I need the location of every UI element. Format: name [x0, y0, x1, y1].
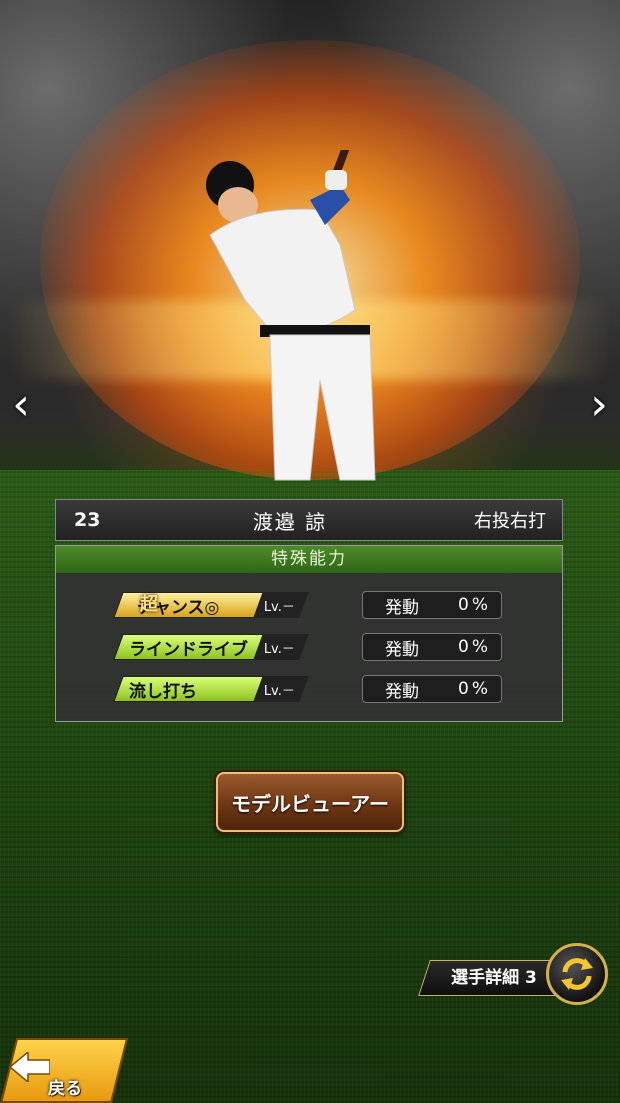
chevron-left-icon[interactable]: ‹ — [6, 380, 36, 430]
ability-name: チャンス◎ — [137, 597, 220, 618]
player-name: 渡邉 諒 — [252, 509, 328, 534]
throw-bat-hand: 右投右打 — [474, 511, 546, 532]
model-viewer-button[interactable]: モデルビューアー — [216, 772, 404, 832]
back-label: 戻る — [48, 1079, 82, 1099]
player-detail-label: 選手詳細 3 — [451, 968, 537, 988]
ability-name: ラインドライブ — [129, 639, 248, 660]
ability-badge: 流し打ち Lv.－ — [113, 676, 309, 702]
ability-row[interactable]: ラインドライブ Lv.－ 発動 0% — [56, 632, 562, 662]
ability-row[interactable]: 超 チャンス◎ Lv.－ 発動 0% — [56, 590, 562, 620]
uniform-number: 23 — [74, 509, 101, 531]
activation-rate: 0% — [458, 637, 491, 657]
ability-name: 流し打ち — [129, 681, 197, 702]
player-info-bar: 23 渡邉 諒 右投右打 — [55, 499, 563, 541]
ability-activation: 発動 0% — [362, 675, 502, 703]
ability-level: Lv.－ — [263, 641, 295, 657]
abilities-title: 特殊能力 — [56, 546, 562, 573]
activation-label: 発動 — [385, 639, 419, 660]
back-arrow-icon — [10, 1052, 50, 1082]
activation-label: 発動 — [385, 597, 419, 618]
rotate-arrows-glyph — [561, 958, 593, 990]
activation-rate: 0% — [458, 595, 491, 615]
super-prefix: 超 — [140, 594, 158, 615]
ability-activation: 発動 0% — [362, 633, 502, 661]
rotate-arrows-icon[interactable] — [546, 943, 608, 1005]
ability-level: Lv.－ — [263, 683, 295, 699]
ability-level: Lv.－ — [263, 599, 295, 615]
ability-badge: ラインドライブ Lv.－ — [113, 634, 309, 660]
ability-row[interactable]: 流し打ち Lv.－ 発動 0% — [56, 674, 562, 704]
chevron-right-icon[interactable]: › — [584, 380, 614, 430]
special-abilities-panel: 特殊能力 超 チャンス◎ Lv.－ 発動 0% ラインドライブ Lv.－ 発動 … — [55, 545, 563, 722]
activation-label: 発動 — [385, 681, 419, 702]
ability-activation: 発動 0% — [362, 591, 502, 619]
player-figure — [206, 150, 376, 481]
activation-rate: 0% — [458, 679, 491, 699]
